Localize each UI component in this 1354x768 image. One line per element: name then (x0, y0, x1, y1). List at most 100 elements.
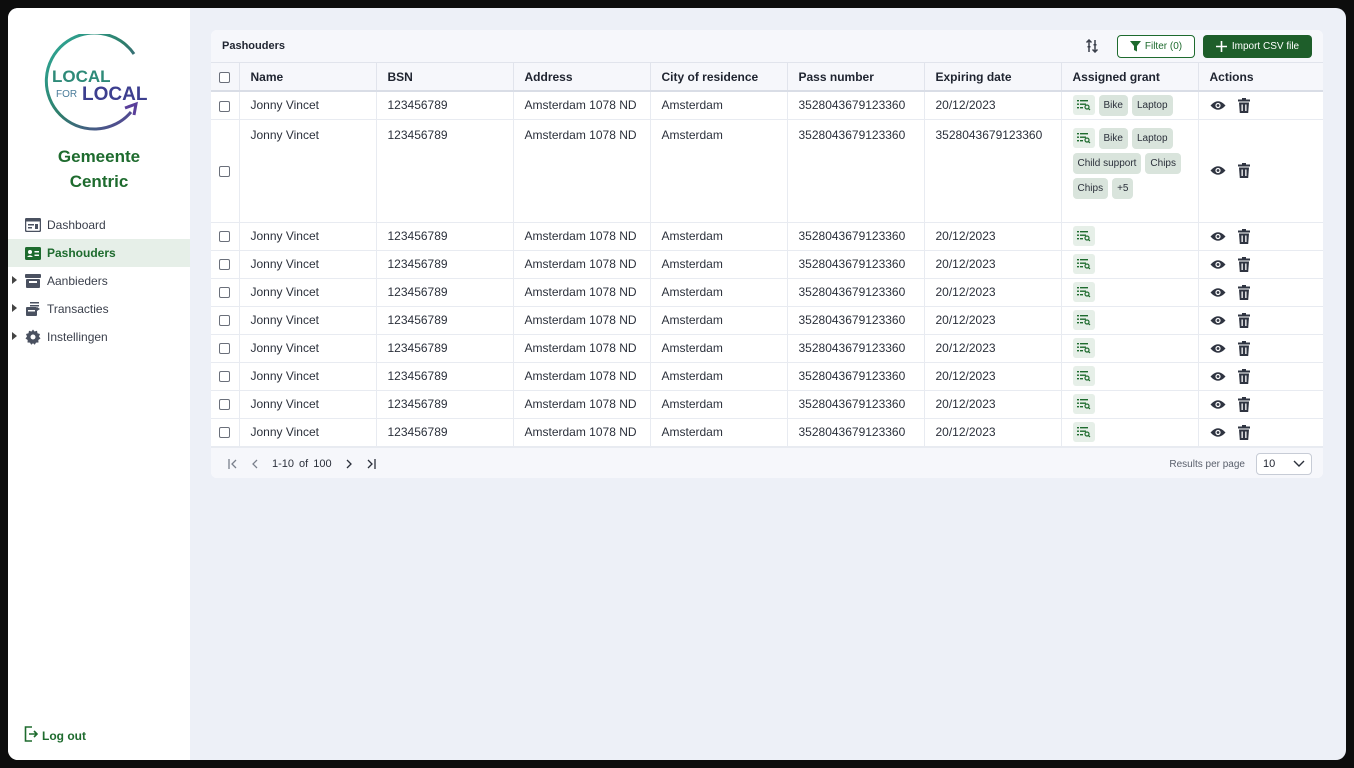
row-checkbox[interactable] (219, 343, 231, 355)
cell-city: Amsterdam (650, 306, 788, 335)
row-checkbox[interactable] (219, 231, 231, 243)
view-grants-icon[interactable] (1072, 338, 1095, 358)
column-header-name[interactable]: Name (239, 63, 377, 92)
cell-address: Amsterdam 1078 ND (513, 91, 651, 120)
sidebar-item-label: Transacties (47, 302, 109, 316)
delete-trash-icon[interactable] (1237, 368, 1250, 384)
last-page-icon[interactable] (366, 459, 376, 469)
delete-trash-icon[interactable] (1237, 424, 1250, 440)
cell-name: Jonny Vincet (239, 306, 377, 335)
column-header-assigned-grant[interactable]: Assigned grant (1061, 63, 1199, 92)
sidebar-item-aanbieders[interactable]: Aanbieders (8, 267, 190, 295)
cell-name: Jonny Vincet (239, 222, 377, 251)
local-for-local-logo: LOCAL FOR LOCAL (44, 34, 148, 131)
expand-caret-icon[interactable] (12, 304, 17, 312)
dashboard-icon (25, 217, 41, 233)
expand-caret-icon[interactable] (12, 332, 17, 340)
sidebar-item-instellingen[interactable]: Instellingen (8, 323, 190, 351)
row-actions (1210, 340, 1324, 356)
column-header-bsn[interactable]: BSN (376, 63, 514, 92)
delete-trash-icon[interactable] (1237, 396, 1250, 412)
cell-name: Jonny Vincet (239, 418, 377, 447)
row-checkbox[interactable] (219, 259, 231, 271)
delete-trash-icon[interactable] (1237, 97, 1250, 113)
column-header-pass-number[interactable]: Pass number (787, 63, 925, 92)
column-header-address[interactable]: Address (513, 63, 651, 92)
row-checkbox[interactable] (219, 165, 231, 177)
grant-chip: +5 (1112, 177, 1134, 199)
plus-icon (1215, 40, 1227, 52)
previous-page-icon[interactable] (251, 459, 259, 469)
delete-trash-icon[interactable] (1237, 228, 1250, 244)
row-checkbox[interactable] (219, 427, 231, 439)
view-grants-icon[interactable] (1072, 226, 1095, 246)
column-settings-button[interactable] (1081, 35, 1103, 57)
view-eye-icon[interactable] (1210, 315, 1226, 326)
row-checkbox[interactable] (219, 287, 231, 299)
grant-list (1072, 282, 1198, 302)
view-eye-icon[interactable] (1210, 259, 1226, 270)
cell-city: Amsterdam (650, 278, 788, 307)
view-eye-icon[interactable] (1210, 399, 1226, 410)
store-icon (25, 273, 41, 289)
cell-city: Amsterdam (650, 250, 788, 279)
column-header-expiring-date[interactable]: Expiring date (924, 63, 1062, 92)
first-page-icon[interactable] (228, 459, 238, 469)
cell-city: Amsterdam (650, 334, 788, 363)
sidebar-item-dashboard[interactable]: Dashboard (8, 211, 190, 239)
view-eye-icon[interactable] (1210, 427, 1226, 438)
pagination-bar: 1-10 of 100 Results per page 10 (211, 446, 1323, 478)
logout-button[interactable]: Log out (24, 726, 86, 745)
view-grants-icon[interactable] (1072, 394, 1095, 414)
select-all-checkbox[interactable] (219, 71, 231, 83)
view-eye-icon[interactable] (1210, 371, 1226, 382)
filter-icon (1129, 40, 1141, 51)
delete-trash-icon[interactable] (1237, 284, 1250, 300)
view-grants-icon[interactable] (1072, 254, 1095, 274)
cell-pass-number: 3528043679123360 (787, 390, 925, 419)
sidebar-item-label: Aanbieders (47, 274, 108, 288)
view-grants-icon[interactable] (1072, 310, 1095, 330)
expand-caret-icon[interactable] (12, 276, 17, 284)
view-grants-icon[interactable] (1072, 128, 1095, 148)
delete-trash-icon[interactable] (1237, 312, 1250, 328)
cell-expiring-date: 20/12/2023 (924, 91, 1062, 120)
cell-address: Amsterdam 1078 ND (513, 418, 651, 447)
column-header-city[interactable]: City of residence (650, 63, 788, 92)
row-checkbox[interactable] (219, 315, 231, 327)
filter-button[interactable]: Filter (0) (1117, 34, 1195, 58)
view-grants-icon[interactable] (1072, 95, 1095, 116)
cell-pass-number: 3528043679123360 (787, 250, 925, 279)
row-actions (1210, 396, 1324, 412)
delete-trash-icon[interactable] (1237, 163, 1250, 178)
view-grants-icon[interactable] (1072, 422, 1095, 442)
view-eye-icon[interactable] (1210, 100, 1226, 111)
view-eye-icon[interactable] (1210, 165, 1226, 176)
view-eye-icon[interactable] (1210, 287, 1226, 298)
sidebar-item-transacties[interactable]: Transacties (8, 295, 190, 323)
view-grants-icon[interactable] (1072, 282, 1095, 302)
grant-list (1072, 422, 1198, 442)
view-eye-icon[interactable] (1210, 231, 1226, 242)
sidebar-item-pashouders[interactable]: Pashouders (8, 239, 190, 267)
cell-pass-number: 3528043679123360 (787, 306, 925, 335)
view-eye-icon[interactable] (1210, 343, 1226, 354)
import-csv-button[interactable]: Import CSV file (1203, 34, 1312, 58)
view-grants-icon[interactable] (1072, 366, 1095, 386)
row-checkbox[interactable] (219, 371, 231, 383)
cell-name: Jonny Vincet (239, 390, 377, 419)
select-all-cell (211, 63, 240, 92)
delete-trash-icon[interactable] (1237, 256, 1250, 272)
cell-pass-number: 3528043679123360 (787, 362, 925, 391)
row-select-cell (211, 306, 240, 335)
grant-list (1072, 226, 1198, 246)
row-checkbox[interactable] (219, 100, 231, 112)
gear-icon (25, 329, 41, 345)
delete-trash-icon[interactable] (1237, 340, 1250, 356)
cell-address: Amsterdam 1078 ND (513, 334, 651, 363)
results-per-page-select[interactable]: 10 (1256, 453, 1312, 475)
cell-assigned-grant (1061, 278, 1199, 307)
cell-bsn: 123456789 (376, 91, 514, 120)
row-checkbox[interactable] (219, 399, 231, 411)
next-page-icon[interactable] (345, 459, 353, 469)
